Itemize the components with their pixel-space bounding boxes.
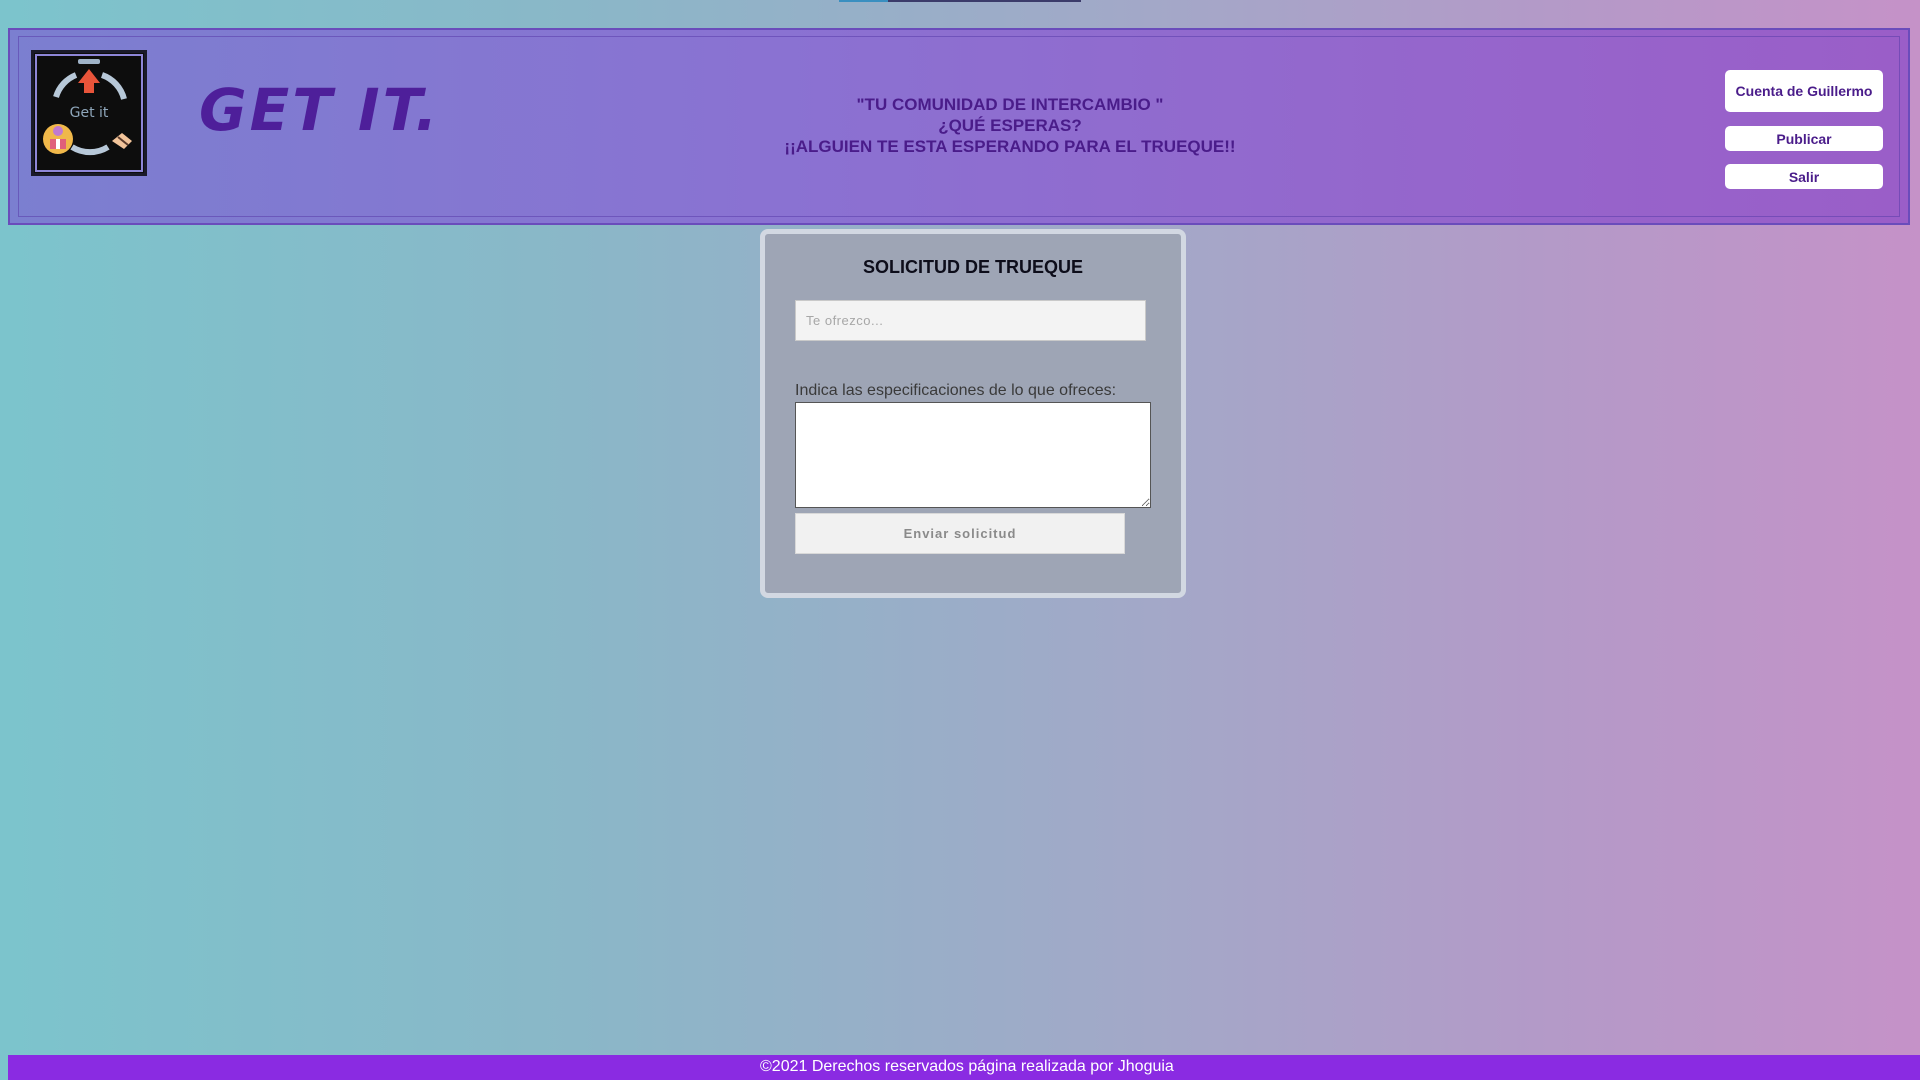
account-button[interactable]: Cuenta de Guillermo xyxy=(1725,70,1883,112)
slogan-line-3: ¡¡ALGUIEN TE ESTA ESPERANDO PARA EL TRUE… xyxy=(784,137,1236,156)
site-header: Get it GET IT. "TU COMUNIDAD DE INTERCAM… xyxy=(8,28,1910,225)
top-link-underline-dark xyxy=(888,0,1081,2)
site-footer: ©2021 Derechos reservados página realiza… xyxy=(8,1055,1920,1080)
top-link-underline xyxy=(839,0,888,2)
logout-button[interactable]: Salir xyxy=(1725,164,1883,189)
logo-cycle-arc-right xyxy=(100,72,127,100)
get-it-logo[interactable]: Get it xyxy=(31,50,147,176)
logo-graphic: Get it xyxy=(43,59,132,156)
handshake-icon xyxy=(112,133,132,149)
logo-dots-icon xyxy=(78,59,100,64)
gift-icon xyxy=(43,124,73,154)
footer-copyright: ©2021 Derechos reservados página realiza… xyxy=(760,1058,1174,1075)
brand-title: GET IT. xyxy=(199,76,441,144)
offer-input[interactable] xyxy=(795,300,1146,341)
form-title: SOLICITUD DE TRUEQUE xyxy=(862,257,1083,277)
trade-request-form: SOLICITUD DE TRUEQUE Indica las especifi… xyxy=(760,229,1186,598)
slogan: "TU COMUNIDAD DE INTERCAMBIO " ¿QUÉ ESPE… xyxy=(710,94,1310,157)
logo-cycle-arc-left xyxy=(53,72,78,99)
publish-button[interactable]: Publicar xyxy=(1725,126,1883,151)
slogan-line-1: "TU COMUNIDAD DE INTERCAMBIO " xyxy=(856,95,1164,114)
logo-text: Get it xyxy=(70,105,109,121)
logo-cycle-arc-bottom xyxy=(70,144,110,156)
slogan-line-2: ¿QUÉ ESPERAS? xyxy=(938,116,1082,135)
spec-textarea[interactable] xyxy=(795,402,1151,508)
send-request-button[interactable]: Enviar solicitud xyxy=(795,513,1125,554)
spec-label: Indica las especificaciones de lo que of… xyxy=(795,382,1117,399)
up-arrow-icon xyxy=(78,69,100,93)
